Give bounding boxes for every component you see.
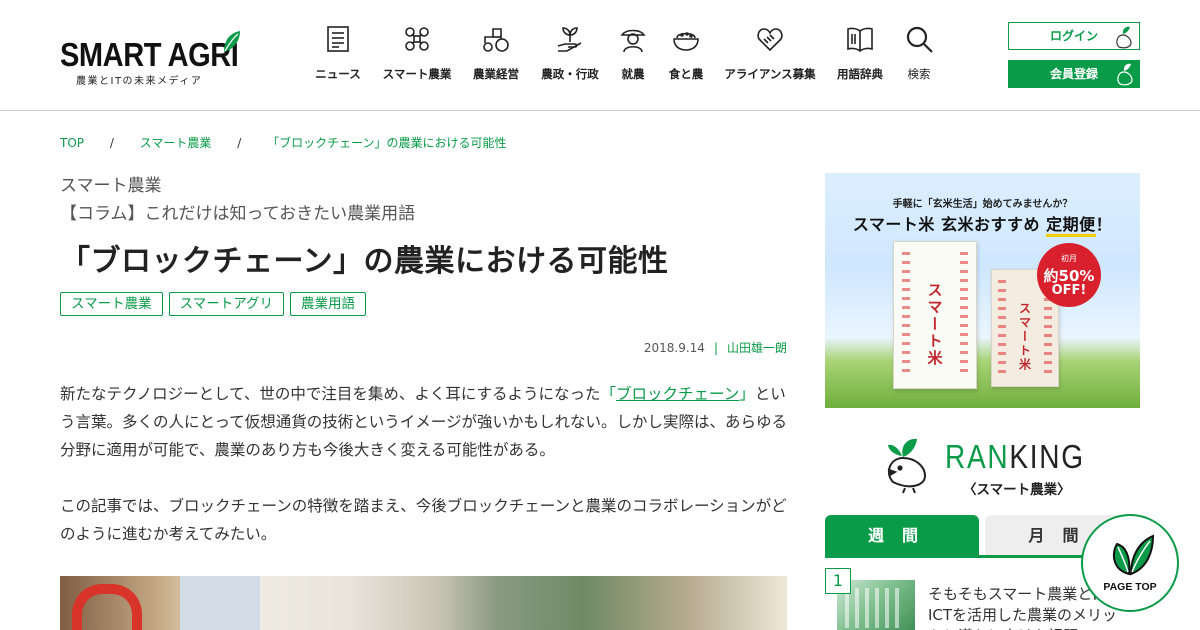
logo-tagline: 農業とITの未来メディア <box>76 76 203 87</box>
banner-headline-prefix: スマート米 玄米おすすめ <box>852 215 1047 234</box>
tab-weekly[interactable]: 週間 <box>825 515 979 556</box>
blockchain-link[interactable]: ブロックチェーン <box>616 385 739 403</box>
search-icon <box>906 26 933 53</box>
banner-headline: スマート米 玄米おすすめ 定期便！ <box>825 211 1140 237</box>
bag-pattern <box>960 252 968 372</box>
logo-text: SMART AGRI <box>60 36 239 73</box>
smart-rice-banner[interactable]: 手軽に「玄米生活」始めてみませんか？ スマート米 玄米おすすめ 定期便！ スマー… <box>825 173 1140 408</box>
nav-item-farming-jobs[interactable]: 就農 <box>618 24 648 88</box>
tractor-icon <box>483 28 509 52</box>
hero-bag-shape <box>72 584 142 630</box>
article-title: 「ブロックチェーン」の農業における可能性 <box>60 244 669 279</box>
article-hero-image <box>60 576 787 630</box>
chick-mascot-icon <box>887 438 927 494</box>
leaf-icon <box>1112 534 1155 576</box>
register-label: 会員登録 <box>1049 67 1098 81</box>
nav-label: 用語辞典 <box>837 67 883 81</box>
nav-label: スマート農業 <box>382 67 452 81</box>
newspaper-icon <box>327 26 349 52</box>
nav-label: 農政・行政 <box>541 67 599 81</box>
register-button[interactable]: 会員登録 <box>1008 60 1140 88</box>
ranking-title-dark: KING <box>1009 438 1085 475</box>
book-icon <box>847 27 873 52</box>
tag[interactable]: スマート農業 <box>60 292 163 316</box>
badge-line-1: 初月 <box>1061 254 1077 263</box>
ranking-title: RANKING <box>945 438 1085 476</box>
page-top-button[interactable]: PAGE TOP <box>1081 514 1179 612</box>
nav-item-smart-agri[interactable]: スマート農業 <box>381 24 453 88</box>
discount-badge: 初月 約50% OFF! <box>1037 243 1101 307</box>
site-logo[interactable]: SMART AGRI 農業とITの未来メディア <box>60 30 245 87</box>
breadcrumb-top[interactable]: TOP <box>60 136 84 150</box>
breadcrumb: TOP / スマート農業 / 「ブロックチェーン」の農業における可能性 <box>60 134 506 151</box>
nav-item-management[interactable]: 農業経営 <box>471 24 521 88</box>
nav-label: 就農 <box>621 67 645 81</box>
rice-bowl-icon <box>673 32 699 51</box>
chick-icon <box>1117 63 1133 86</box>
ranking-subtitle: 〈スマート農業〉 <box>963 482 1071 498</box>
ranking-title-green: RAN <box>945 438 1010 475</box>
article-series: 【コラム】これだけは知っておきたい農業用語 <box>60 204 416 224</box>
article-date: 2018.9.14 <box>643 341 705 355</box>
tag[interactable]: 農業用語 <box>290 292 367 316</box>
nav-item-food[interactable]: 食と農 <box>666 24 706 88</box>
chick-icon <box>1116 26 1132 49</box>
article-paragraph: この記事では、ブロックチェーンの特徴を踏まえ、今後ブロックチェーンと農業のコラボ… <box>60 497 787 543</box>
ranking-heading: RANKING 〈スマート農業〉 <box>885 436 1105 498</box>
login-label: ログイン <box>1049 29 1098 43</box>
banner-headline-highlight: 定期便 <box>1046 215 1096 237</box>
paragraph-text: 新たなテクノロジーとして、世の中で注目を集め、よく耳にするようになった <box>60 385 601 403</box>
hero-cloth-shape <box>180 576 260 630</box>
farmer-icon <box>620 29 646 53</box>
nav-label: ニュース <box>315 67 361 81</box>
login-button[interactable]: ログイン <box>1008 22 1140 50</box>
site-header: SMART AGRI 農業とITの未来メディア ニュース スマート農業 農業経営 <box>0 0 1200 111</box>
breadcrumb-category[interactable]: スマート農業 <box>140 134 212 151</box>
article-meta: 2018.9.14 | 山田雄一朗 <box>644 339 787 356</box>
tag[interactable]: スマートアグリ <box>168 292 285 316</box>
article-author[interactable]: 山田雄一朗 <box>727 341 787 355</box>
tag-list: スマート農業 スマートアグリ 農業用語 <box>60 292 372 316</box>
rice-bag-label: スマート米 <box>1017 302 1032 372</box>
sprout-hand-icon <box>557 27 582 52</box>
breadcrumb-current[interactable]: 「ブロックチェーン」の農業における可能性 <box>267 134 506 151</box>
nav-item-alliance[interactable]: アライアンス募集 <box>724 24 816 88</box>
breadcrumb-separator: / <box>109 136 114 150</box>
nav-item-news[interactable]: ニュース <box>313 24 363 88</box>
article-paragraph: 新たなテクノロジーとして、世の中で注目を集め、よく耳にするようになった「ブロック… <box>60 380 790 464</box>
banner-headline-suffix: ！ <box>1095 215 1113 234</box>
bag-pattern <box>902 252 910 372</box>
handshake-icon <box>757 28 783 52</box>
nav-label: 農業経営 <box>473 67 519 81</box>
nav-label: 検索 <box>907 67 931 81</box>
article-category: スマート農業 <box>60 176 162 196</box>
banner-lead: 手軽に「玄米生活」始めてみませんか？ <box>892 199 1073 210</box>
meta-separator: | <box>713 341 718 355</box>
drone-icon <box>405 27 429 51</box>
leaf-icon <box>224 31 240 52</box>
nav-item-glossary[interactable]: 用語辞典 <box>836 24 884 88</box>
quote-open: 「 <box>600 385 617 403</box>
breadcrumb-separator: / <box>237 136 242 150</box>
rice-bag-large: スマート米 <box>893 241 977 389</box>
nav-label: 食と農 <box>668 67 704 81</box>
nav-item-search[interactable]: 検索 <box>904 24 934 88</box>
rank-number: 1 <box>825 568 851 594</box>
nav-item-policy[interactable]: 農政・行政 <box>539 24 601 88</box>
quote-close: 」 <box>739 385 755 403</box>
badge-line-3: OFF! <box>1051 283 1087 298</box>
bag-pattern <box>998 280 1006 375</box>
page-top-label: PAGE TOP <box>1103 581 1157 593</box>
rice-bag-label: スマート米 <box>925 282 944 367</box>
nav-label: アライアンス募集 <box>724 67 816 81</box>
